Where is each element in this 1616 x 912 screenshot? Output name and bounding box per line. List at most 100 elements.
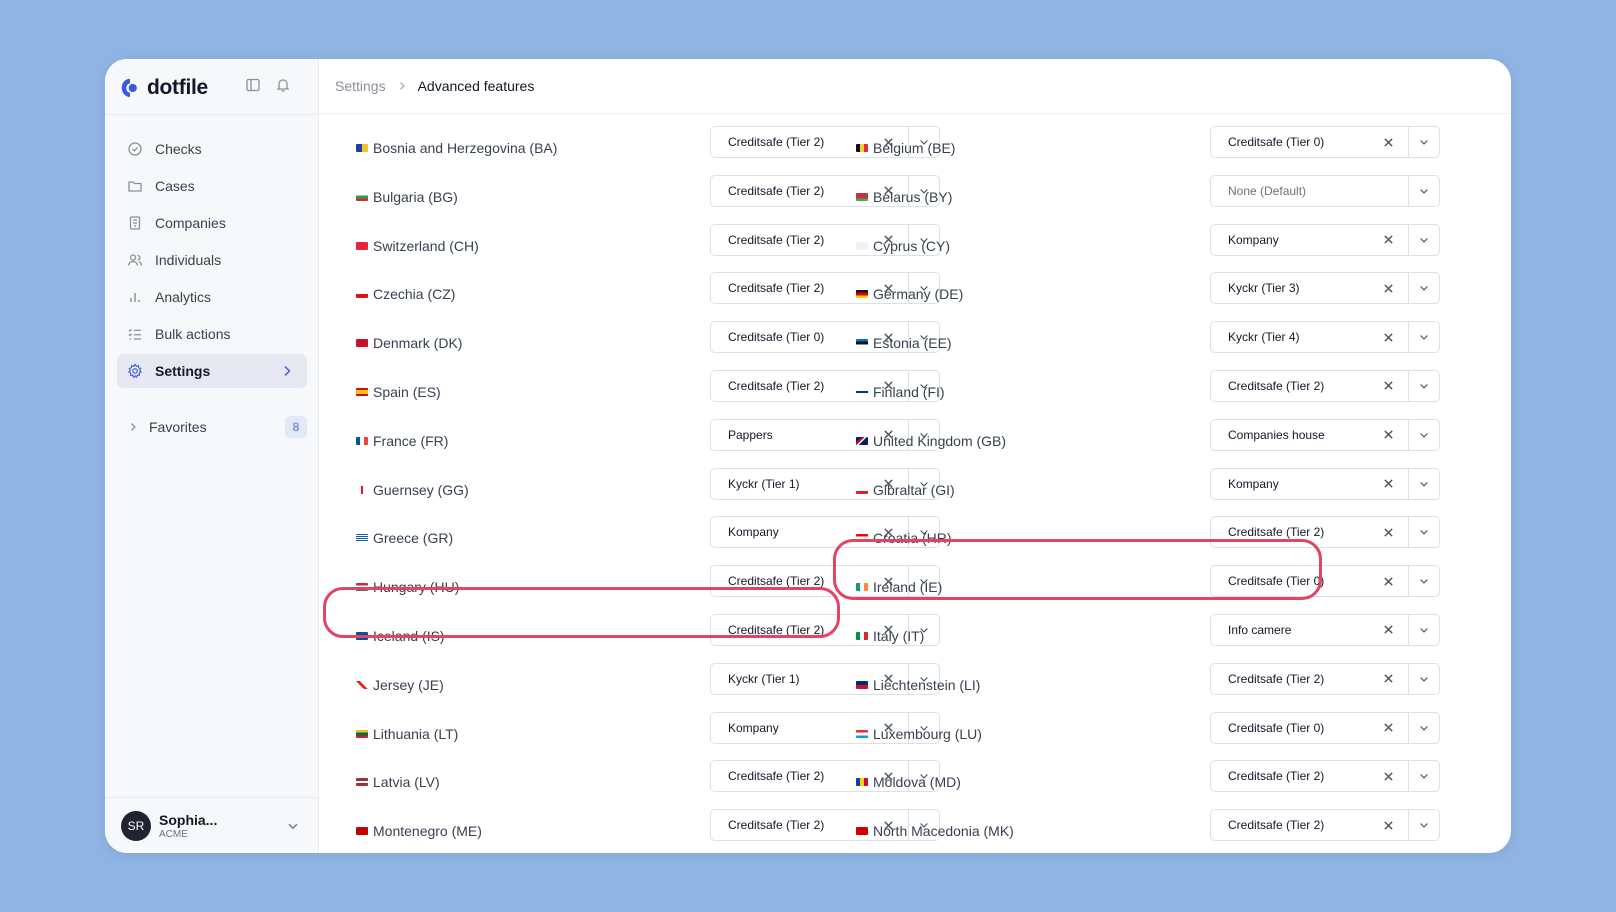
provider-select-value: Info camere: [1228, 622, 1292, 637]
chevron-down-icon[interactable]: [1409, 566, 1439, 596]
chevron-down-icon[interactable]: [1409, 127, 1439, 157]
flag-icon: [356, 583, 368, 592]
clear-selection-icon[interactable]: [1376, 713, 1400, 743]
provider-select-value: Creditsafe (Tier 0): [1228, 135, 1325, 149]
provider-select-gibraltar[interactable]: Kompany: [1210, 467, 1440, 500]
bell-icon[interactable]: [275, 77, 291, 93]
provider-select-value: Creditsafe (Tier 2): [728, 281, 825, 296]
sidebar-item-settings[interactable]: Settings: [117, 354, 307, 388]
provider-select-moldova[interactable]: Creditsafe (Tier 2): [1210, 760, 1440, 793]
chevron-down-icon[interactable]: [1409, 225, 1439, 255]
chevron-down-icon[interactable]: [1409, 713, 1439, 743]
clear-selection-icon[interactable]: [1376, 664, 1400, 694]
country-label-italy: Italy (IT): [856, 628, 924, 644]
table-row: Hungary (HU) Creditsafe (Tier 2) Ireland (…: [319, 565, 1511, 614]
flag-icon: [856, 680, 868, 689]
provider-select-estonia[interactable]: Kyckr (Tier 4): [1210, 321, 1440, 354]
clear-selection-icon[interactable]: [1376, 371, 1400, 401]
sidebar-item-label: Checks: [155, 141, 202, 157]
chevron-down-icon[interactable]: [1409, 176, 1439, 206]
provider-select-value: Creditsafe (Tier 2): [728, 769, 825, 784]
sidebar-item-companies[interactable]: Companies: [117, 206, 307, 240]
breadcrumb-settings-link[interactable]: Settings: [335, 78, 386, 94]
flag-icon: [856, 241, 868, 250]
country-name: Luxembourg (LU): [873, 725, 982, 742]
clear-selection-icon[interactable]: [1376, 420, 1400, 450]
flag-icon: [356, 241, 368, 250]
provider-select-finland[interactable]: Creditsafe (Tier 2): [1210, 369, 1440, 402]
clear-selection-icon[interactable]: [1376, 225, 1400, 255]
provider-select-ireland[interactable]: Creditsafe (Tier 0): [1210, 565, 1440, 598]
main-content: Settings Advanced features Bosnia and He…: [319, 59, 1511, 853]
chevron-down-icon[interactable]: [1409, 761, 1439, 791]
sidebar: dotfile Checks Cases Companies Individua…: [105, 59, 319, 853]
provider-select-value: Kompany: [1228, 476, 1279, 491]
provider-select-belgium[interactable]: Creditsafe (Tier 0): [1210, 126, 1440, 158]
country-label-iceland: Iceland (IS): [356, 628, 445, 644]
table-row: Iceland (IS) Creditsafe (Tier 2) Italy (IT…: [319, 613, 1511, 663]
provider-select-north-macedonia[interactable]: Creditsafe (Tier 2): [1210, 809, 1440, 842]
flag-icon: [856, 436, 868, 445]
chevron-down-icon[interactable]: [1409, 273, 1439, 303]
favorites-label: Favorites: [149, 419, 207, 435]
sidebar-item-label: Cases: [155, 178, 195, 194]
country-label-czechia: Czechia (CZ): [356, 286, 455, 302]
table-row: Spain (ES) Creditsafe (Tier 2) Finland (FI…: [319, 369, 1511, 419]
clear-selection-icon[interactable]: [1376, 517, 1400, 547]
chevron-down-icon[interactable]: [1409, 420, 1439, 450]
chevron-down-icon[interactable]: [1409, 371, 1439, 401]
provider-select-belarus[interactable]: None (Default): [1210, 174, 1440, 207]
provider-select-value: Creditsafe (Tier 2): [1228, 378, 1325, 393]
sidebar-toggle-icon[interactable]: [245, 77, 261, 93]
user-menu[interactable]: SR Sophia... ACME: [105, 797, 318, 853]
provider-select-luxembourg[interactable]: Creditsafe (Tier 0): [1210, 711, 1440, 744]
chevron-down-icon[interactable]: [1409, 810, 1439, 840]
flag-icon: [356, 144, 368, 152]
provider-select-value: Creditsafe (Tier 0): [728, 330, 825, 345]
favorites-section[interactable]: Favorites 8: [117, 412, 307, 442]
clear-selection-icon[interactable]: [1376, 615, 1400, 645]
clear-selection-icon[interactable]: [1376, 761, 1400, 791]
sidebar-item-checks[interactable]: Checks: [117, 132, 307, 166]
clear-selection-icon[interactable]: [1376, 566, 1400, 596]
provider-select-italy[interactable]: Info camere: [1210, 613, 1440, 646]
sidebar-item-analytics[interactable]: Analytics: [117, 280, 307, 314]
brand[interactable]: dotfile: [119, 73, 208, 103]
country-label-finland: Finland (FI): [856, 384, 945, 400]
provider-select-germany[interactable]: Kyckr (Tier 3): [1210, 272, 1440, 305]
clear-selection-icon[interactable]: [1376, 322, 1400, 352]
country-name: Greece (GR): [373, 530, 454, 547]
provider-select-united-kingdom[interactable]: Companies house: [1210, 418, 1440, 451]
provider-select-cyprus[interactable]: Kompany: [1210, 223, 1440, 256]
clear-selection-icon[interactable]: [1376, 469, 1400, 499]
chevron-down-icon[interactable]: [1409, 322, 1439, 352]
provider-select-croatia[interactable]: Creditsafe (Tier 2): [1210, 516, 1440, 549]
country-name: Belarus (BY): [873, 188, 953, 205]
provider-select-liechtenstein[interactable]: Creditsafe (Tier 2): [1210, 662, 1440, 695]
dotfile-logo-icon: [121, 78, 137, 98]
sidebar-item-cases[interactable]: Cases: [117, 169, 307, 203]
country-name: Jersey (JE): [373, 676, 444, 693]
country-label-hungary: Hungary (HU): [356, 579, 459, 595]
provider-select-value: Creditsafe (Tier 2): [728, 135, 825, 149]
chevron-down-icon[interactable]: [1409, 664, 1439, 694]
chevron-down-icon[interactable]: [286, 819, 300, 833]
flag-icon: [356, 729, 368, 738]
chevron-down-icon[interactable]: [1409, 615, 1439, 645]
provider-select-value: Creditsafe (Tier 2): [1228, 525, 1325, 540]
chevron-down-icon[interactable]: [1409, 517, 1439, 547]
country-name: Lithuania (LT): [373, 725, 459, 742]
clear-selection-icon[interactable]: [1376, 273, 1400, 303]
clear-selection-icon[interactable]: [1376, 810, 1400, 840]
country-name: North Macedonia (MK): [873, 823, 1014, 840]
sidebar-item-label: Bulk actions: [155, 326, 231, 342]
country-name: Iceland (IS): [373, 627, 445, 644]
sidebar-item-individuals[interactable]: Individuals: [117, 243, 307, 277]
country-label-belgium: Belgium (BE): [856, 140, 955, 156]
clear-selection-icon[interactable]: [1376, 127, 1400, 157]
sidebar-item-label: Companies: [155, 215, 226, 231]
country-label-croatia: Croatia (HR): [856, 530, 952, 546]
sidebar-item-bulk-actions[interactable]: Bulk actions: [117, 317, 307, 351]
chevron-down-icon[interactable]: [1409, 469, 1439, 499]
flag-icon: [856, 778, 868, 787]
